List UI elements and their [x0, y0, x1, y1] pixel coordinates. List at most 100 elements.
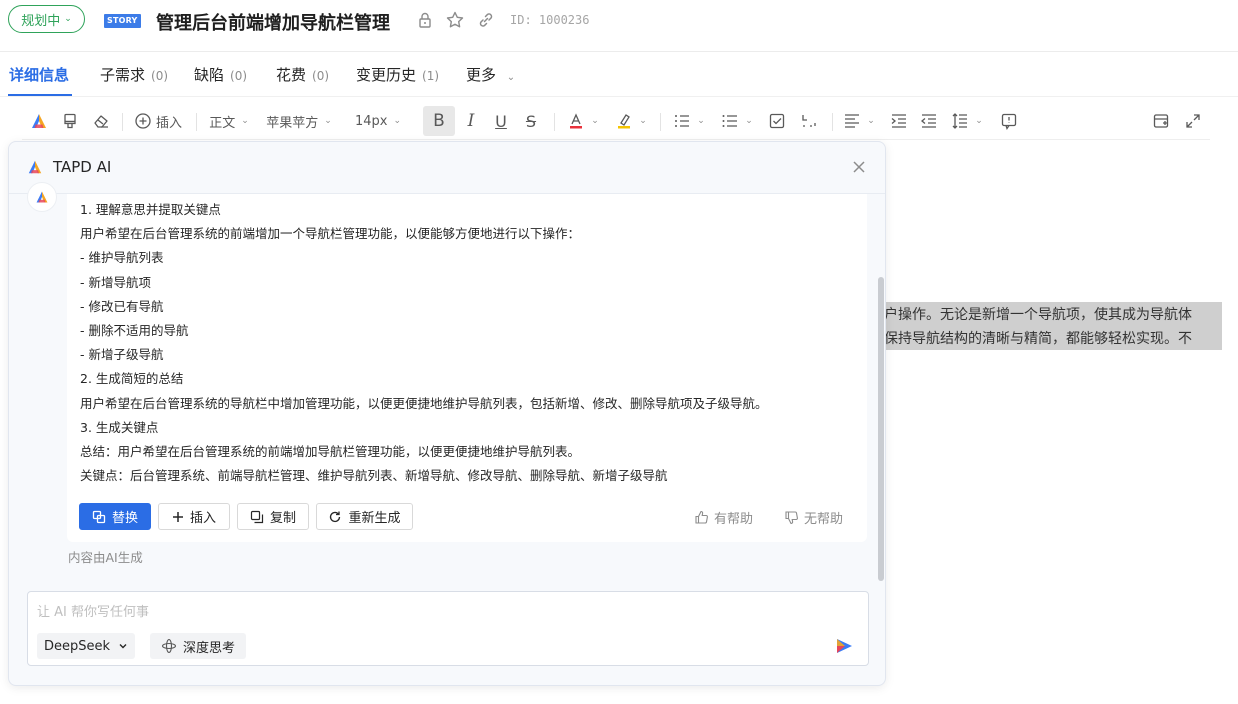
layout-icon[interactable]: [1148, 106, 1174, 136]
tab-more[interactable]: 更多 ⌄: [466, 64, 515, 85]
eraser-icon[interactable]: [88, 106, 114, 136]
editor-text-line[interactable]: 保持导航结构的清晰与精简，都能够轻松实现。不: [884, 328, 1222, 348]
line-height-icon: [952, 113, 968, 129]
scrollbar[interactable]: [878, 277, 884, 581]
underline-icon[interactable]: U: [486, 106, 516, 136]
model-label: DeepSeek: [43, 638, 111, 654]
ai-panel-header: TAPD AI: [9, 142, 885, 194]
divider: [22, 139, 1210, 140]
copy-label: 复制: [269, 511, 296, 526]
response-line: - 新增子级导航: [80, 347, 164, 363]
indent-decrease-icon[interactable]: [916, 106, 942, 136]
font-color-button[interactable]: ⌄: [562, 106, 604, 136]
tab-defects[interactable]: 缺陷 (0): [194, 64, 247, 85]
chevron-down-icon: ⌄: [745, 116, 753, 126]
model-select[interactable]: DeepSeek: [37, 633, 135, 659]
chevron-down-icon: ⌄: [241, 116, 249, 126]
tab-bar: 详细信息 子需求 (0) 缺陷 (0) 花费 (0) 变更历史 (1) 更多 ⌄: [0, 52, 1238, 96]
ai-panel-title: TAPD AI: [53, 158, 112, 176]
response-line: 1. 理解意思并提取关键点: [80, 202, 221, 217]
page-title[interactable]: 管理后台前端增加导航栏管理: [156, 9, 390, 35]
response-line: 用户希望在后台管理系统的前端增加一个导航栏管理功能，以便能够方便地进行以下操作：: [80, 226, 581, 242]
paragraph-style-select[interactable]: 正文 ⌄: [206, 106, 252, 136]
ai-prompt-input[interactable]: [37, 602, 817, 622]
story-type-badge: STORY: [104, 14, 141, 28]
helpful-label: 有帮助: [714, 512, 754, 527]
unhelpful-button[interactable]: 无帮助: [784, 508, 843, 527]
response-line: - 新增导航项: [80, 274, 151, 290]
paragraph-style-label: 正文: [209, 115, 236, 131]
font-family-select[interactable]: 苹果苹方 ⌄: [262, 106, 336, 136]
tab-costs[interactable]: 花费 (0): [276, 64, 329, 85]
ai-response-card: 1. 理解意思并提取关键点 用户希望在后台管理系统的前端增加一个导航栏管理功能，…: [67, 194, 867, 542]
response-line: 3. 生成关键点: [80, 419, 159, 435]
indent-increase-icon[interactable]: [886, 106, 912, 136]
lock-icon[interactable]: [415, 10, 435, 30]
status-dropdown[interactable]: 规划中 ⌄: [8, 5, 85, 33]
fullscreen-icon[interactable]: [1180, 106, 1206, 136]
chevron-down-icon: ⌄: [975, 116, 983, 126]
highlight-color-button[interactable]: ⌄: [610, 106, 652, 136]
status-label: 规划中: [21, 13, 61, 29]
chevron-down-icon: [119, 644, 127, 649]
response-line: 总结：用户希望在后台管理系统的前端增加导航栏管理功能，以便更便捷地维护导航列表。: [80, 443, 581, 459]
align-left-icon: [845, 114, 860, 128]
tab-details[interactable]: 详细信息: [9, 64, 69, 85]
editor-toolbar: 插入 正文 ⌄ 苹果苹方 ⌄ 14px ⌄ B I U S ⌄ ⌄ ⌄ ⌄ ⌄ …: [22, 103, 1210, 139]
send-icon[interactable]: [834, 636, 854, 656]
story-id: ID: 1000236: [510, 13, 590, 27]
replace-icon: [92, 510, 106, 523]
tab-label: 更多: [466, 66, 497, 84]
response-line: 关键点：后台管理系统、前端导航栏管理、维护导航列表、新增导航、修改导航、删除导航…: [80, 468, 668, 484]
regenerate-label: 重新生成: [348, 511, 401, 526]
plus-circle-icon: [135, 113, 151, 129]
editor-text-line[interactable]: 户操作。无论是新增一个导航项，使其成为导航体: [884, 304, 1222, 324]
star-icon[interactable]: [445, 10, 465, 30]
replace-button[interactable]: 替换: [79, 503, 151, 530]
ordered-list-button[interactable]: ⌄: [668, 106, 710, 136]
tab-count: (0): [151, 69, 169, 83]
italic-icon[interactable]: I: [456, 106, 486, 136]
tab-label: 缺陷: [194, 66, 225, 84]
story-header: 规划中 ⌄ STORY 管理后台前端增加导航栏管理 ID: 1000236: [0, 0, 1238, 42]
thumbs-down-icon: [785, 511, 798, 525]
bold-icon[interactable]: B: [423, 106, 455, 136]
chevron-down-icon: ⌄: [506, 72, 516, 83]
close-icon[interactable]: [850, 158, 868, 176]
line-height-button[interactable]: ⌄: [946, 106, 988, 136]
ai-response-text[interactable]: 1. 理解意思并提取关键点 用户希望在后台管理系统的前端增加一个导航栏管理功能，…: [80, 198, 860, 488]
bullet-list-button[interactable]: ⌄: [716, 106, 758, 136]
replace-label: 替换: [111, 511, 138, 526]
page: 规划中 ⌄ STORY 管理后台前端增加导航栏管理 ID: 1000236 详细…: [0, 0, 1238, 704]
divider: [660, 113, 661, 131]
chevron-down-icon: ⌄: [64, 14, 72, 24]
format-painter-icon[interactable]: [58, 106, 82, 136]
helpful-button[interactable]: 有帮助: [694, 508, 753, 527]
ai-generated-note: 内容由AI生成: [68, 550, 143, 565]
tab-history[interactable]: 变更历史 (1): [356, 64, 439, 85]
insert-menu-button[interactable]: 插入: [132, 106, 184, 136]
copy-icon: [250, 510, 264, 523]
deep-think-label: 深度思考: [182, 640, 235, 656]
tab-count: (1): [422, 69, 440, 83]
tab-label: 花费: [276, 66, 307, 84]
unhelpful-label: 无帮助: [804, 512, 844, 527]
comment-icon[interactable]: [996, 106, 1022, 136]
strikethrough-icon[interactable]: S: [516, 106, 546, 136]
deep-think-toggle[interactable]: 深度思考: [150, 633, 246, 659]
indent-marks-icon[interactable]: [796, 106, 822, 136]
chevron-down-icon: ⌄: [591, 116, 599, 126]
tapd-ai-logo-icon: [36, 191, 48, 203]
copy-button[interactable]: 复制: [237, 503, 309, 530]
checklist-icon[interactable]: [764, 106, 790, 136]
response-line: 2. 生成简短的总结: [80, 371, 184, 387]
align-button[interactable]: ⌄: [838, 106, 880, 136]
font-size-select[interactable]: 14px ⌄: [350, 106, 406, 136]
tab-sub-requirements[interactable]: 子需求 (0): [100, 64, 168, 85]
refresh-icon: [330, 511, 341, 522]
chevron-down-icon: ⌄: [393, 116, 402, 126]
ai-logo-icon[interactable]: [26, 106, 52, 136]
insert-button[interactable]: 插入: [158, 503, 230, 530]
regenerate-button[interactable]: 重新生成: [316, 503, 413, 530]
link-icon[interactable]: [476, 10, 496, 30]
